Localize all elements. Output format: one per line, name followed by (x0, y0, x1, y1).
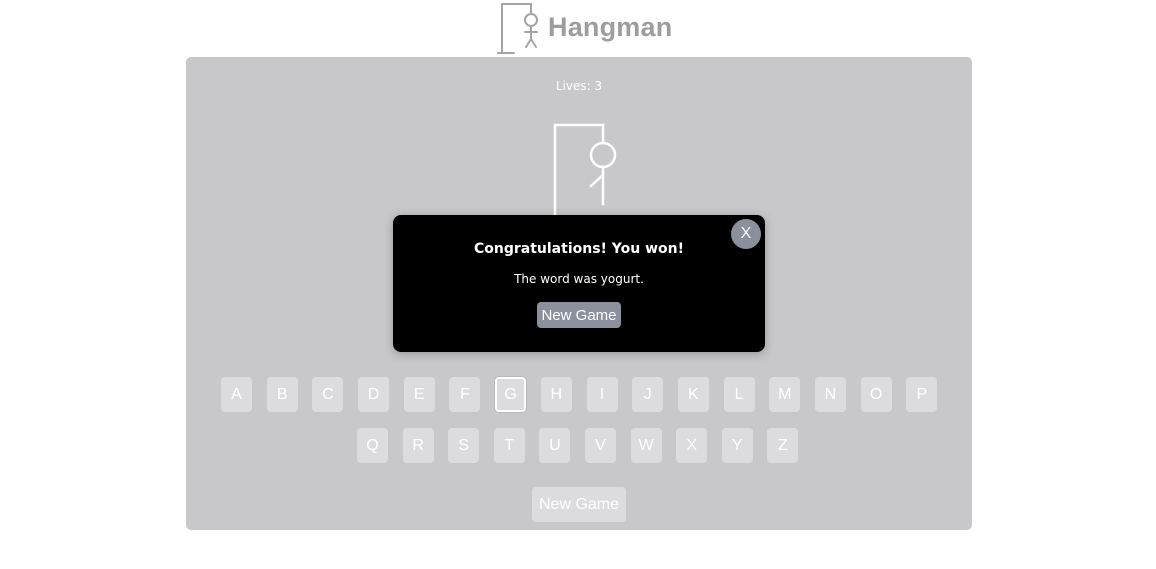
key-u[interactable]: U (539, 428, 571, 463)
key-x[interactable]: X (676, 428, 708, 463)
key-h[interactable]: H (540, 377, 572, 412)
header: Hangman (0, 0, 1156, 56)
win-modal: X Congratulations! You won! The word was… (393, 215, 765, 352)
key-e[interactable]: E (403, 377, 435, 412)
key-o[interactable]: O (860, 377, 892, 412)
modal-message: The word was yogurt. (514, 272, 644, 286)
key-b[interactable]: B (266, 377, 298, 412)
keyboard-row-1: A B C D E F G H I J K L M N O P (221, 377, 952, 412)
keyboard-row-2: Q R S T U V W X Y Z (357, 428, 813, 463)
key-k[interactable]: K (677, 377, 709, 412)
key-v[interactable]: V (584, 428, 616, 463)
key-t[interactable]: T (493, 428, 525, 463)
key-n[interactable]: N (814, 377, 846, 412)
key-i[interactable]: I (586, 377, 618, 412)
key-c[interactable]: C (312, 377, 344, 412)
key-l[interactable]: L (723, 377, 755, 412)
key-s[interactable]: S (448, 428, 480, 463)
new-game-button[interactable]: New Game (532, 487, 626, 522)
key-y[interactable]: Y (721, 428, 753, 463)
key-p[interactable]: P (906, 377, 938, 412)
app-title: Hangman (548, 12, 673, 42)
lives-counter: Lives: 3 (555, 79, 603, 93)
hangman-page: Hangman Lives: 3 A B C D E F G H I J K L… (0, 0, 1156, 569)
key-z[interactable]: Z (767, 428, 799, 463)
key-m[interactable]: M (769, 377, 801, 412)
key-r[interactable]: R (402, 428, 434, 463)
key-g[interactable]: G (495, 377, 527, 412)
key-w[interactable]: W (630, 428, 662, 463)
key-a[interactable]: A (221, 377, 252, 412)
modal-new-game-button[interactable]: New Game (537, 302, 621, 328)
key-j[interactable]: J (632, 377, 664, 412)
hangman-logo-icon (497, 3, 538, 54)
key-q[interactable]: Q (357, 428, 388, 463)
key-f[interactable]: F (449, 377, 481, 412)
key-d[interactable]: D (358, 377, 390, 412)
modal-title: Congratulations! You won! (473, 241, 685, 257)
